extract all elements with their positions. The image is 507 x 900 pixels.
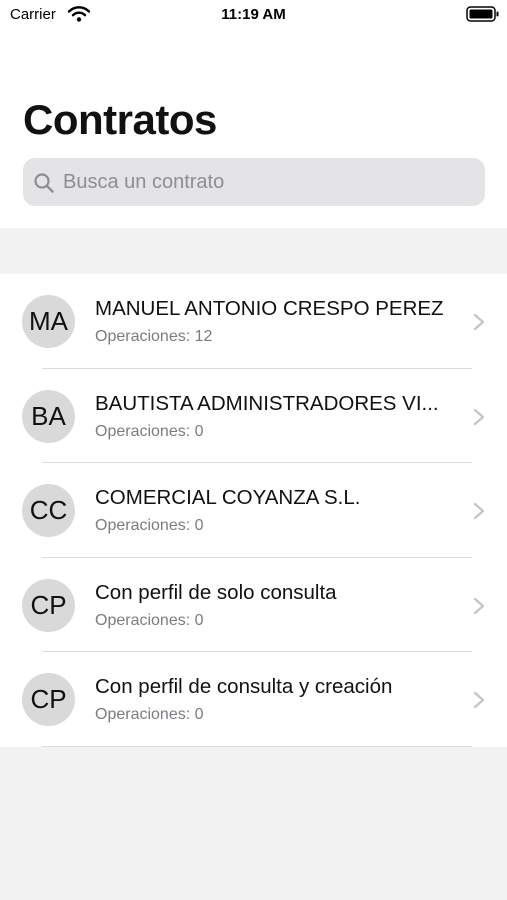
search-bar[interactable] xyxy=(23,158,485,206)
contract-operations: Operaciones: 12 xyxy=(95,328,213,345)
status-bar: Carrier 11:19 AM xyxy=(0,0,507,30)
chevron-right-icon xyxy=(473,597,485,614)
avatar: BA xyxy=(22,389,75,443)
header: Contratos xyxy=(0,30,507,228)
avatar: MA xyxy=(22,295,75,348)
chevron-right-icon xyxy=(473,691,485,709)
contract-operations: Operaciones: 0 xyxy=(95,422,204,440)
chevron-right-icon xyxy=(473,502,485,520)
chevron-right-icon xyxy=(473,408,485,425)
list-item[interactable]: CP Con perfil de solo consulta Operacion… xyxy=(0,558,507,652)
list-item[interactable]: MA MANUEL ANTONIO CRESPO PEREZ Operacion… xyxy=(0,274,507,369)
search-input[interactable] xyxy=(63,158,473,206)
list-item[interactable]: CP Con perfil de consulta y creación Ope… xyxy=(0,652,507,747)
contract-name: Con perfil de consulta y creación xyxy=(95,675,393,698)
contract-operations: Operaciones: 0 xyxy=(95,706,204,723)
divider xyxy=(42,745,472,747)
avatar: CC xyxy=(22,484,75,537)
list-item[interactable]: CC COMERCIAL COYANZA S.L. Operaciones: 0 xyxy=(0,463,507,558)
contract-operations: Operaciones: 0 xyxy=(95,517,204,534)
avatar: CP xyxy=(22,578,75,632)
chevron-right-icon xyxy=(473,313,485,331)
status-time: 11:19 AM xyxy=(221,6,286,23)
search-icon xyxy=(34,173,54,193)
contract-name: BAUTISTA ADMINISTRADORES VI... xyxy=(95,391,439,415)
page-title: Contratos xyxy=(23,96,217,143)
contract-name: MANUEL ANTONIO CRESPO PEREZ xyxy=(95,297,444,320)
contract-name: Con perfil de solo consulta xyxy=(95,580,337,604)
avatar: CP xyxy=(22,673,75,726)
battery-icon xyxy=(466,6,499,22)
contract-name: COMERCIAL COYANZA S.L. xyxy=(95,486,361,509)
list-item[interactable]: BA BAUTISTA ADMINISTRADORES VI... Operac… xyxy=(0,369,507,463)
contract-list: MA MANUEL ANTONIO CRESPO PEREZ Operacion… xyxy=(0,274,507,747)
contract-operations: Operaciones: 0 xyxy=(95,611,204,629)
